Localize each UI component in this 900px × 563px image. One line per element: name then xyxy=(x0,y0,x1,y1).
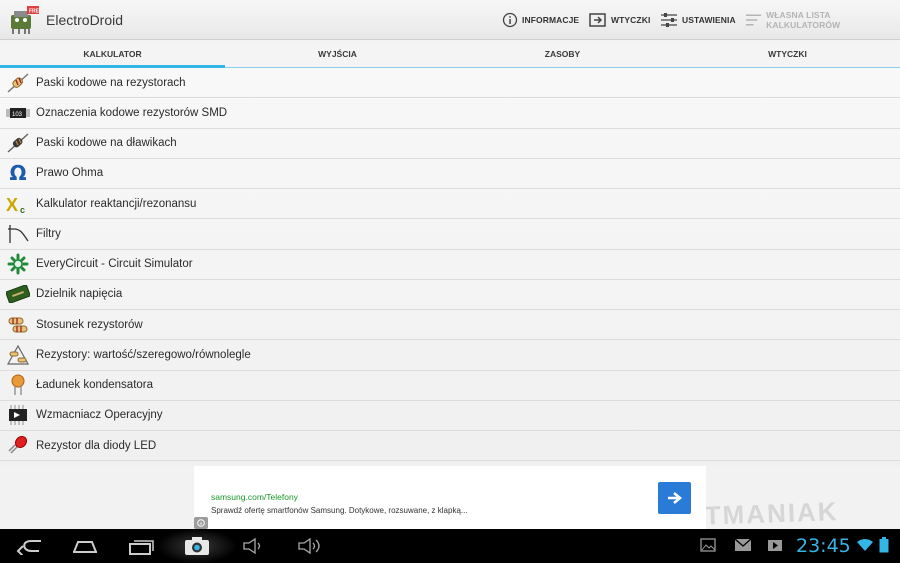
volume-down-icon xyxy=(243,537,261,555)
system-bar xyxy=(0,529,900,563)
filter-icon xyxy=(6,223,30,245)
omega-icon: Ω xyxy=(9,161,27,186)
list-item[interactable]: Paski kodowe na dławikach xyxy=(0,129,900,159)
list-item-label: Filtry xyxy=(36,227,61,240)
list-item-label: Prawo Ohma xyxy=(36,167,104,180)
action-bar: FREE ElectroDroid INFORMACJE WTYCZKI UST… xyxy=(0,0,900,40)
list-item-label: Dzielnik napięcia xyxy=(36,288,123,301)
list-icon xyxy=(745,14,762,26)
list-item[interactable]: Stosunek rezystorów xyxy=(0,310,900,341)
plugin-icon xyxy=(589,13,606,27)
list-item-label: EveryCircuit - Circuit Simulator xyxy=(36,258,193,271)
info-icon xyxy=(502,12,518,28)
svg-text:FREE: FREE xyxy=(29,9,40,15)
recent-apps-icon xyxy=(129,540,154,555)
recent-apps-button[interactable] xyxy=(126,535,158,557)
list-item[interactable]: Dzielnik napięcia xyxy=(0,280,900,310)
app-title: ElectroDroid xyxy=(46,12,124,28)
settings-label: USTAWIENIA xyxy=(682,15,736,25)
list-item-label: Kalkulator reaktancji/rezonansu xyxy=(36,197,197,210)
plugins-button[interactable]: WTYCZKI xyxy=(589,10,650,30)
volume-up-icon xyxy=(298,537,320,555)
led-icon xyxy=(6,435,30,457)
calculator-list[interactable]: Paski kodowe na rezystorach 103 Oznaczen… xyxy=(0,68,900,465)
volume-down-button[interactable] xyxy=(240,535,266,557)
list-item[interactable]: Ładunek kondensatora xyxy=(0,371,900,401)
ad-url[interactable]: samsung.com/Telefony xyxy=(211,492,298,502)
battery-icon xyxy=(879,537,889,553)
info-label: INFORMACJE xyxy=(522,15,580,25)
list-item[interactable]: Ω Prawo Ohma xyxy=(0,159,900,189)
list-item-label: Wzmacniacz Operacyjny xyxy=(36,409,163,422)
camera-icon xyxy=(185,537,209,555)
media-notification-icon[interactable] xyxy=(767,537,783,553)
list-item[interactable]: Wzmacniacz Operacyjny xyxy=(0,401,900,431)
svg-text:X: X xyxy=(6,195,18,214)
smd-resistor-icon: 103 xyxy=(6,102,30,124)
tab-wyjscia[interactable]: WYJŚCIA xyxy=(225,41,450,68)
app-logo-icon[interactable]: FREE xyxy=(8,5,43,35)
back-button[interactable] xyxy=(14,535,44,557)
home-icon xyxy=(73,541,97,553)
ad-banner[interactable]: samsung.com/Telefony Sprawdź ofertę smar… xyxy=(194,466,706,530)
list-item[interactable]: EveryCircuit - Circuit Simulator xyxy=(0,250,900,280)
wifi-icon xyxy=(857,539,873,551)
status-clock: 23:45 xyxy=(796,535,851,557)
svg-text:103: 103 xyxy=(12,112,23,118)
opamp-icon xyxy=(6,404,30,426)
resistor-network-icon xyxy=(6,344,30,366)
info-button[interactable]: INFORMACJE xyxy=(502,10,579,30)
list-item[interactable]: Rezystory: wartość/szeregowo/równolegle xyxy=(0,340,900,371)
home-button[interactable] xyxy=(68,535,102,557)
list-item[interactable]: 103 Oznaczenia kodowe rezystorów SMD xyxy=(0,98,900,129)
resistor-ratio-icon xyxy=(6,314,30,336)
tab-kalkulator[interactable]: KALKULATOR xyxy=(0,41,225,68)
list-item-label: Rezystor dla diody LED xyxy=(36,439,157,452)
voltage-divider-icon xyxy=(6,283,30,305)
tab-zasoby[interactable]: ZASOBY xyxy=(450,41,675,68)
ad-open-button[interactable] xyxy=(658,482,691,514)
ad-text: Sprawdź ofertę smartfonów Samsung. Dotyk… xyxy=(211,506,468,515)
list-item[interactable]: Filtry xyxy=(0,219,900,250)
ad-info-icon[interactable] xyxy=(194,517,208,529)
list-item[interactable]: Xc Kalkulator reaktancji/rezonansu xyxy=(0,189,900,220)
list-item-label: Paski kodowe na rezystorach xyxy=(36,76,186,89)
screenshot-button[interactable] xyxy=(158,529,236,563)
list-item[interactable]: Paski kodowe na rezystorach xyxy=(0,68,900,99)
back-icon xyxy=(16,540,41,555)
list-item-label: Rezystory: wartość/szeregowo/równolegle xyxy=(36,348,251,361)
tab-wtyczki[interactable]: WTYCZKI xyxy=(675,41,900,68)
gallery-notification-icon[interactable] xyxy=(700,537,716,553)
custom-list-button[interactable]: WŁASNA LISTA KALKULATORÓW xyxy=(745,10,900,30)
svg-text:c: c xyxy=(20,205,25,214)
volume-up-button[interactable] xyxy=(296,535,322,557)
list-item-label: Ładunek kondensatora xyxy=(36,379,154,392)
inductor-icon xyxy=(6,132,30,154)
custom-list-label: WŁASNA LISTA KALKULATORÓW xyxy=(766,10,841,30)
sliders-icon xyxy=(661,13,677,27)
list-item-label: Oznaczenia kodowe rezystorów SMD xyxy=(36,106,228,119)
list-item-label: Stosunek rezystorów xyxy=(36,318,143,331)
settings-button[interactable]: USTAWIENIA xyxy=(660,10,736,30)
capacitor-icon xyxy=(6,374,30,396)
tab-bar: KALKULATOR WYJŚCIA ZASOBY WTYCZKI xyxy=(0,41,900,68)
arrow-right-icon xyxy=(667,492,682,504)
everycircuit-icon xyxy=(6,253,30,275)
plugins-label: WTYCZKI xyxy=(611,15,651,25)
mail-notification-icon[interactable] xyxy=(734,537,752,553)
reactance-icon: Xc xyxy=(6,193,30,215)
resistor-icon xyxy=(6,72,30,94)
list-item[interactable]: Rezystor dla diody LED xyxy=(0,431,900,462)
list-item-label: Paski kodowe na dławikach xyxy=(36,137,177,150)
